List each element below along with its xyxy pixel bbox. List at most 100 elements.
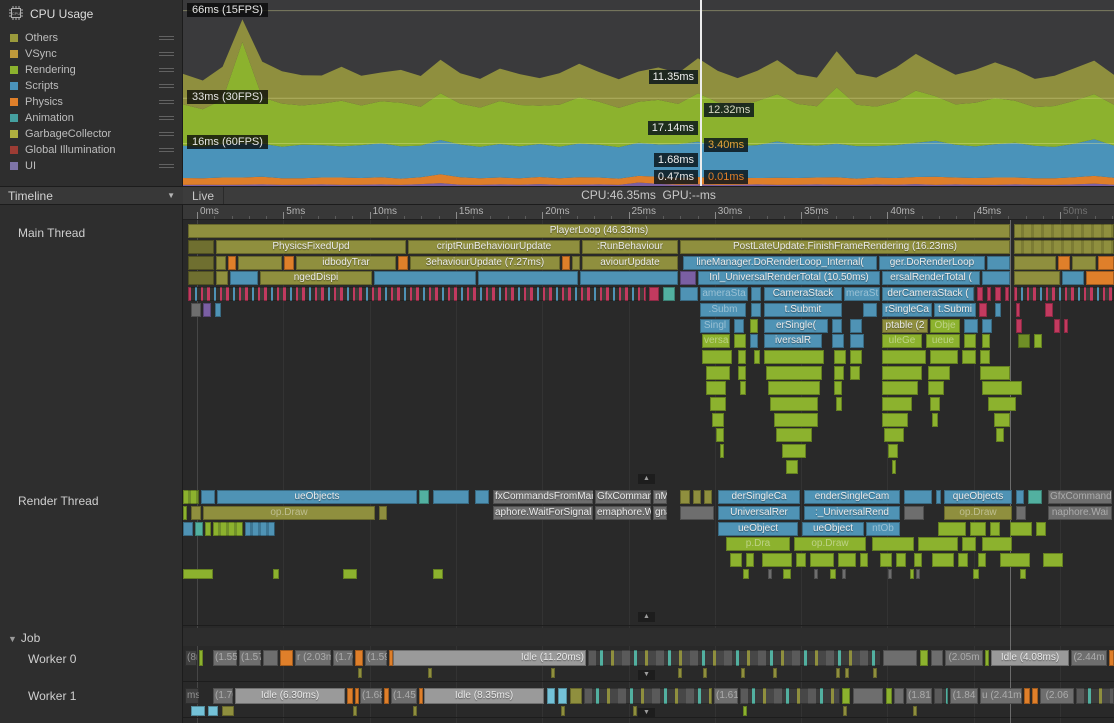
timeline-bar[interactable]: idbodyTrar	[296, 256, 396, 270]
timeline-bar[interactable]	[195, 522, 203, 536]
timeline-bar[interactable]: ueue	[926, 334, 960, 348]
timeline-bar[interactable]: ueObject	[802, 522, 864, 536]
timeline-bar[interactable]	[962, 350, 976, 364]
timeline-bar[interactable]: :_UniversalRend	[804, 506, 900, 520]
timeline-bar[interactable]: r (2.03m	[295, 650, 331, 666]
timeline-bar[interactable]	[768, 569, 772, 579]
timeline-bar[interactable]	[863, 303, 877, 317]
timeline-bar[interactable]	[1054, 319, 1060, 333]
timeline-bar[interactable]	[845, 668, 849, 678]
timeline-bar[interactable]	[751, 303, 761, 317]
timeline-bar[interactable]	[680, 506, 714, 520]
timeline-bar[interactable]: (1.57	[239, 650, 261, 666]
timeline-bar[interactable]	[982, 334, 990, 348]
timeline-bar[interactable]: criptRunBehaviourUpdate	[408, 240, 580, 254]
legend-item-rendering[interactable]: Rendering	[0, 62, 182, 78]
timeline-bar[interactable]	[208, 706, 218, 716]
timeline-bar[interactable]	[1005, 287, 1009, 301]
timeline-bar[interactable]: Inl_UniversalRenderTotal (10.50ms)	[698, 271, 880, 285]
timeline-bar[interactable]	[914, 553, 922, 567]
timeline-bar[interactable]	[353, 706, 357, 716]
timeline-bar[interactable]	[936, 490, 941, 504]
timeline-bar[interactable]	[985, 650, 989, 666]
timeline-bar[interactable]: ueObjects	[217, 490, 417, 504]
timeline-bar[interactable]	[1024, 688, 1030, 704]
timeline-bar[interactable]: rSingleCa	[882, 303, 932, 317]
timeline-bar[interactable]	[850, 334, 864, 348]
timeline-bar[interactable]	[475, 490, 489, 504]
scroll-up-button[interactable]: ▲	[638, 474, 655, 484]
timeline-bar[interactable]: emaphore.WaitFo	[595, 506, 651, 520]
timeline-bar[interactable]: Singl	[700, 319, 730, 333]
timeline-bar[interactable]: enderSingleCam	[804, 490, 900, 504]
timeline-bar[interactable]	[913, 706, 917, 716]
timeline-bar[interactable]	[834, 350, 846, 364]
timeline-bar[interactable]	[882, 366, 922, 380]
timeline-bar[interactable]: p.Dra	[726, 537, 790, 551]
legend-drag-handle[interactable]	[159, 130, 174, 138]
timeline-bar[interactable]: (1.55	[213, 650, 237, 666]
timeline-bar[interactable]	[398, 256, 408, 270]
timeline-bar[interactable]: op.Draw	[794, 537, 866, 551]
timeline-bar[interactable]	[580, 271, 678, 285]
timeline-bar[interactable]	[834, 366, 844, 380]
timeline-bar[interactable]	[572, 256, 580, 270]
timeline-bar[interactable]	[1020, 569, 1026, 579]
timeline-mode-dropdown[interactable]: Timeline ▼	[0, 186, 183, 205]
timeline-bar[interactable]	[995, 303, 1001, 317]
timeline-bar[interactable]	[558, 688, 567, 704]
timeline-bar[interactable]: u (2.41m	[980, 688, 1022, 704]
timeline-bar[interactable]	[768, 381, 820, 395]
timeline-bar[interactable]	[649, 287, 659, 301]
timeline-bar[interactable]	[990, 522, 1000, 536]
timeline-bar[interactable]: ntOb	[866, 522, 900, 536]
timeline-bar[interactable]	[843, 706, 847, 716]
timeline-bar[interactable]	[836, 668, 840, 678]
timeline-bar[interactable]: .Subm	[700, 303, 746, 317]
legend-drag-handle[interactable]	[159, 50, 174, 58]
timeline-bar[interactable]	[238, 256, 282, 270]
timeline-bar[interactable]	[663, 287, 675, 301]
timeline-bar[interactable]: (1.81	[906, 688, 932, 704]
timeline-bar[interactable]: Idle (6.30ms)	[235, 688, 345, 704]
timeline-bar[interactable]	[419, 688, 423, 704]
timeline-bar[interactable]	[896, 553, 906, 567]
timeline-bar[interactable]	[810, 553, 834, 567]
timeline-bar[interactable]	[751, 287, 761, 301]
timeline-bar[interactable]	[1064, 319, 1068, 333]
timeline-bar[interactable]	[834, 381, 842, 395]
timeline-bar[interactable]	[770, 397, 818, 411]
timeline-bar[interactable]: (1.68	[360, 688, 382, 704]
timeline-bar[interactable]: t.Submi	[934, 303, 976, 317]
legend-drag-handle[interactable]	[159, 34, 174, 42]
timeline-bar[interactable]	[734, 319, 744, 333]
timeline-bar[interactable]	[1109, 650, 1114, 666]
timeline-bar[interactable]	[931, 650, 943, 666]
timeline-bar[interactable]	[355, 688, 359, 704]
timeline-bar[interactable]	[347, 688, 353, 704]
timeline-bar[interactable]	[1016, 319, 1022, 333]
timeline-bar[interactable]	[764, 350, 824, 364]
timeline-bar[interactable]	[183, 522, 193, 536]
timeline-bar[interactable]	[996, 428, 1004, 442]
timeline-bar[interactable]	[988, 397, 1016, 411]
timeline-bar[interactable]: queObjects	[944, 490, 1012, 504]
timeline-bar[interactable]: (1.70	[333, 650, 353, 666]
timeline-bar[interactable]	[706, 366, 730, 380]
timeline-bar[interactable]	[343, 569, 357, 579]
timeline-bar[interactable]	[1036, 522, 1046, 536]
timeline-bar[interactable]	[706, 381, 726, 395]
timeline-bar[interactable]: Idle (8.35ms)	[424, 688, 544, 704]
timeline-bar[interactable]	[374, 271, 476, 285]
timeline-bar[interactable]	[191, 706, 205, 716]
timeline-bar[interactable]	[199, 650, 203, 666]
timeline-bar[interactable]	[712, 413, 724, 427]
timeline-bar[interactable]: (1.84	[950, 688, 978, 704]
timeline-bar[interactable]	[910, 569, 914, 579]
legend-drag-handle[interactable]	[159, 82, 174, 90]
timeline-bar[interactable]: versa	[702, 334, 730, 348]
timeline-bar[interactable]	[740, 381, 746, 395]
timeline-bar[interactable]	[970, 522, 986, 536]
timeline-bar[interactable]	[882, 350, 926, 364]
timeline-bar[interactable]: naphore.Wai	[1048, 506, 1112, 520]
